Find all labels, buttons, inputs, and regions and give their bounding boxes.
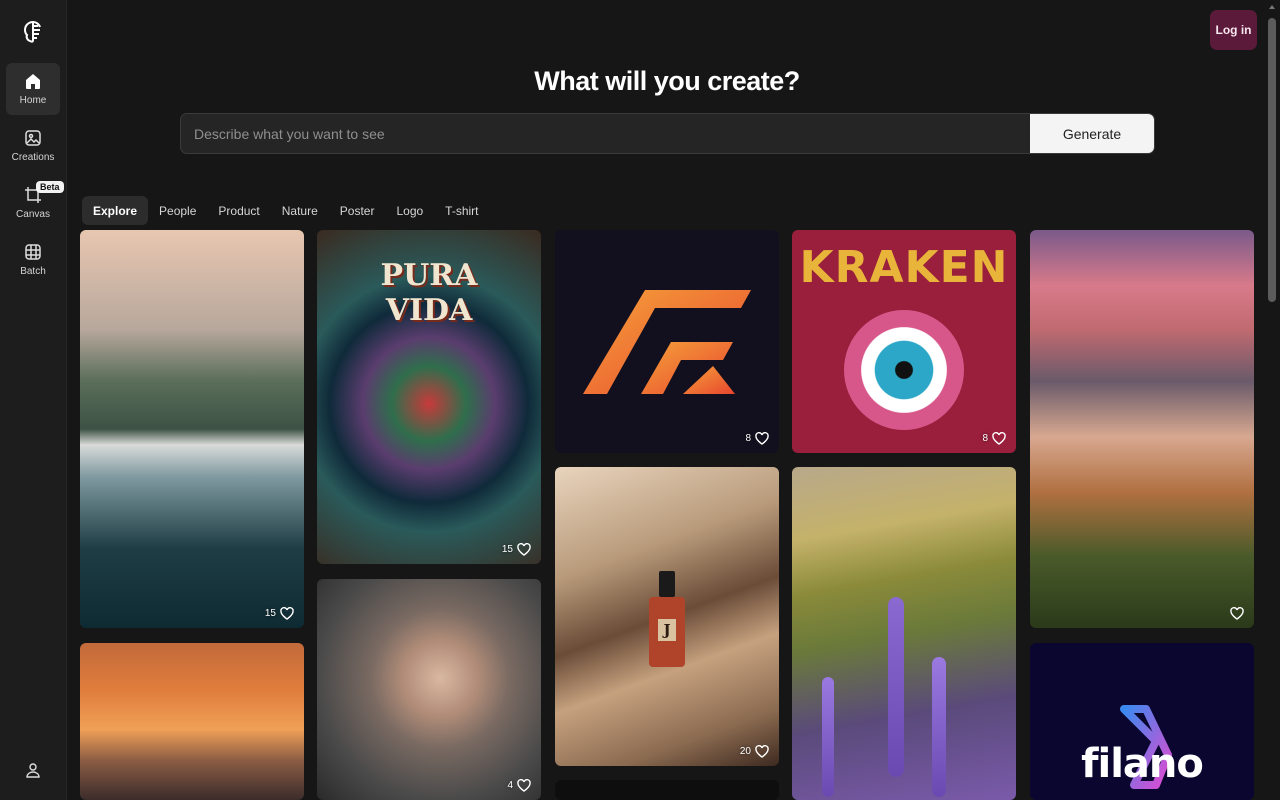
gallery-card-perfume-bottle[interactable]: J 20 (555, 467, 779, 766)
gallery-card-partial[interactable] (555, 780, 779, 800)
tab-logo[interactable]: Logo (385, 196, 434, 225)
lavender-stem (822, 677, 834, 797)
tab-tshirt[interactable]: T-shirt (434, 196, 489, 225)
tab-poster[interactable]: Poster (329, 196, 386, 225)
sidebar-item-home[interactable]: Home (6, 63, 60, 115)
gallery-card-portrait-woman[interactable]: 4 (317, 579, 541, 800)
generate-button[interactable]: Generate (1030, 114, 1154, 153)
gallery-card-pura-vida-poster[interactable]: PURA VIDA 15 (317, 230, 541, 564)
heart-icon (280, 607, 294, 620)
like-count[interactable]: 15 (502, 543, 531, 556)
lavender-stem (888, 597, 904, 777)
sidebar-item-label: Canvas (16, 209, 50, 220)
image-icon (25, 130, 41, 146)
heart-icon (517, 543, 531, 556)
bottle-label: J (658, 619, 676, 641)
category-tabs: Explore People Product Nature Poster Log… (82, 196, 490, 225)
gallery-card-kraken-tshirt[interactable]: KRAKEN 8 (792, 230, 1016, 453)
gallery-card-mountain-lake[interactable]: 15 (80, 230, 304, 628)
page-title: What will you create? (534, 66, 800, 96)
like-count[interactable]: 15 (265, 607, 294, 620)
kraken-title: KRAKEN (799, 242, 1009, 293)
like-count[interactable]: 8 (982, 432, 1006, 445)
like-count[interactable]: 8 (745, 432, 769, 445)
tab-product[interactable]: Product (207, 196, 270, 225)
user-icon[interactable] (25, 762, 41, 778)
beta-badge: Beta (36, 181, 64, 193)
gallery-card-mountain-valley[interactable] (1030, 230, 1254, 628)
grid-icon (25, 244, 41, 260)
lavender-stem (932, 657, 946, 797)
heart-icon (992, 432, 1006, 445)
sidebar-item-label: Home (19, 95, 47, 106)
brain-logo-icon[interactable] (20, 19, 46, 45)
filano-wordmark: filano (1081, 741, 1204, 787)
gallery-card-af-logo[interactable]: 8 (555, 230, 779, 453)
gallery-card-filano-logo[interactable]: filano (1030, 643, 1254, 800)
like-count[interactable]: 20 (740, 745, 769, 758)
prompt-bar: Generate (180, 113, 1155, 154)
sidebar: Home Creations Canvas Beta Batch (0, 0, 67, 800)
heart-icon (755, 745, 769, 758)
poster-title: PURA VIDA (380, 258, 478, 328)
home-icon (26, 74, 40, 89)
gallery-card-lavender[interactable] (792, 467, 1016, 800)
tab-people[interactable]: People (148, 196, 207, 225)
af-logo-mark (583, 290, 751, 394)
scroll-up-arrow-icon[interactable] (1268, 3, 1276, 11)
like-count[interactable]: 4 (507, 779, 531, 792)
sidebar-item-creations[interactable]: Creations (6, 120, 60, 172)
sidebar-item-label: Batch (20, 266, 46, 277)
heart-icon (755, 432, 769, 445)
prompt-input[interactable] (181, 114, 1031, 153)
octopus-eye (844, 310, 964, 430)
like-count[interactable] (1226, 607, 1244, 620)
tab-nature[interactable]: Nature (271, 196, 329, 225)
gallery-card-sunset-hills[interactable] (80, 643, 304, 800)
heart-icon (1230, 607, 1244, 620)
tab-explore[interactable]: Explore (82, 196, 149, 225)
heart-icon (517, 779, 531, 792)
sidebar-item-label: Creations (11, 152, 55, 163)
bottle-shape: J (649, 571, 685, 667)
sidebar-item-batch[interactable]: Batch (6, 234, 60, 286)
login-button[interactable]: Log in (1210, 10, 1257, 50)
scrollbar-thumb[interactable] (1268, 18, 1276, 302)
